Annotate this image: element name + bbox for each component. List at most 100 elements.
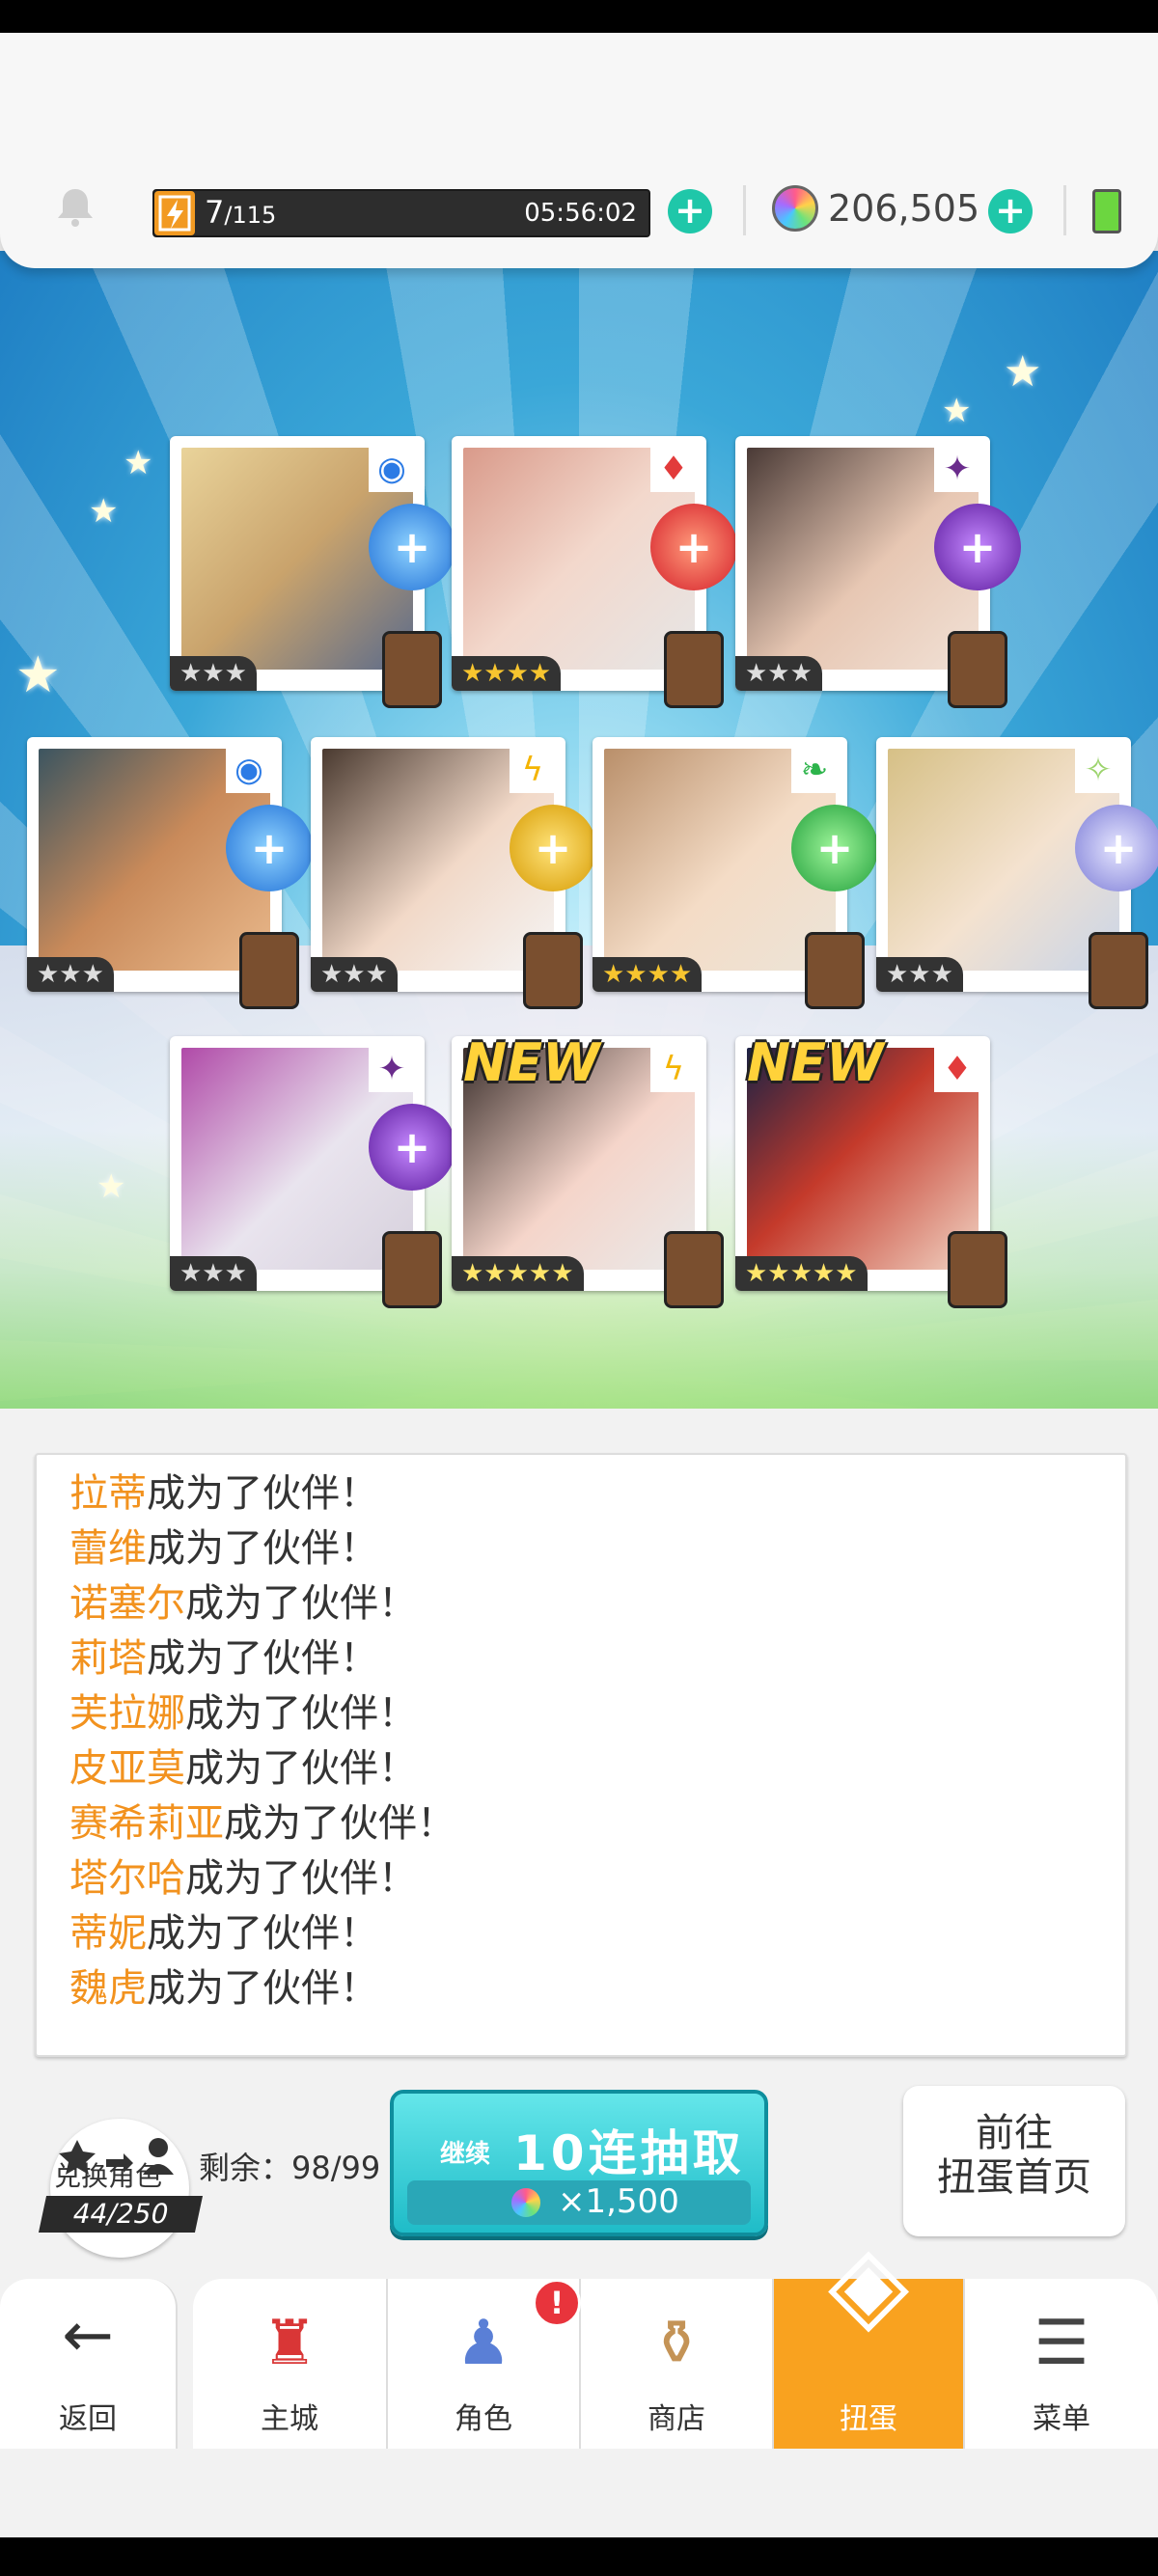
stamina-timer: 05:56:02 [524,199,637,228]
character-icon: ♟ [455,2308,511,2379]
dark-element-icon: + [934,504,1021,590]
character-card[interactable]: ϟ + ★★★ [311,737,596,1009]
draw-label: 10连抽取 [513,2125,745,2181]
exchange-label: 兑换角色 [54,2160,163,2192]
new-badge: NEW [747,1032,884,1093]
stamina-current: 7 [205,194,225,231]
log-line: 芙拉娜成为了伙伴！ [69,1686,417,1741]
character-name: 皮亚莫 [69,1746,185,1791]
rarity-stars: ★★★ [311,957,398,992]
pixel-sprite [1089,932,1148,1009]
gem-icon [511,2188,540,2217]
character-name: 塔尔哈 [69,1856,185,1901]
battery-icon [1092,189,1121,233]
stamina-value: 7/115 [205,194,276,231]
nav-label: 商店 [648,2402,705,2436]
light-element-icon: + [1075,805,1158,891]
remaining-count: 剩余：98/99 [199,2150,381,2186]
stamina-bar: 7/115 05:56:02 [152,189,650,237]
log-suffix: 成为了伙伴！ [185,1746,417,1791]
dark-attribute-icon: ✦ [934,446,980,492]
divider [743,185,746,235]
character-name: 芙拉娜 [69,1691,185,1736]
fire-element-icon: + [650,504,737,590]
log-line: 拉蒂成为了伙伴！ [69,1466,378,1521]
log-line: 蕾维成为了伙伴！ [69,1521,378,1576]
rarity-stars: ★★★ [876,957,963,992]
sparkle-star-icon: ★ [1004,347,1042,397]
sparkle-star-icon: ★ [96,1167,126,1206]
draw-cost: ×1,500 [407,2180,751,2225]
water-attribute-icon: ◉ [226,747,272,793]
alert-badge-icon: ! [533,2279,581,2327]
log-suffix: 成为了伙伴！ [185,1691,417,1736]
nav-castle[interactable]: ♜ 主城 [193,2279,388,2449]
pixel-sprite [382,1231,442,1308]
water-element-icon: + [226,805,313,891]
character-card[interactable]: NEW ϟ ★★★★★ [452,1032,724,1308]
notification-bell-icon[interactable] [52,183,98,230]
add-gems-button[interactable]: + [988,189,1033,233]
log-suffix: 成为了伙伴！ [185,1856,417,1901]
water-element-icon: + [369,504,455,590]
character-name: 诺塞尔 [69,1581,185,1626]
rarity-stars: ★★★★★ [452,1256,584,1291]
thunder-attribute-icon: ϟ [650,1046,697,1092]
gem-count: 206,505 [828,187,980,230]
nav-gacha[interactable]: ◈ 扭蛋 [774,2221,965,2449]
character-card[interactable]: ♦ + ★★★★ [452,436,737,708]
nav-menu[interactable]: ☰ 菜单 [965,2279,1158,2449]
gacha-icon: ◈ [827,2221,910,2344]
nav-shop[interactable]: ⚱ 商店 [581,2279,774,2449]
pixel-sprite [523,932,583,1009]
character-card[interactable]: ◉ + ★★★ [170,436,455,708]
pixel-sprite [239,932,299,1009]
wind-element-icon: + [791,805,878,891]
continue-label: 继续 [440,2140,491,2169]
pixel-sprite [664,1231,724,1308]
system-status-bar [0,0,1158,33]
character-card[interactable]: NEW ♦ ★★★★★ [735,1032,1007,1308]
log-line: 莉塔成为了伙伴！ [69,1631,378,1686]
add-stamina-button[interactable]: + [668,189,712,233]
divider [1063,185,1066,235]
character-name: 蕾维 [69,1526,147,1571]
character-card[interactable]: ✦ + ★★★ [170,1036,455,1308]
draw-10-button[interactable]: 继续 10连抽取 ×1,500 [390,2090,768,2236]
log-suffix: 成为了伙伴！ [224,1801,455,1846]
gem-icon [772,185,818,232]
new-badge: NEW [463,1032,600,1093]
rarity-stars: ★★★ [27,957,114,992]
log-suffix: 成为了伙伴！ [147,1471,378,1516]
rarity-stars: ★★★ [735,656,822,691]
sparkle-star-icon: ★ [15,646,61,704]
cost-value: ×1,500 [558,2182,679,2221]
castle-icon: ♜ [262,2308,317,2379]
nav-label: 返回 [59,2402,117,2436]
light-attribute-icon: ✧ [1075,747,1121,793]
wind-attribute-icon: ❧ [791,747,838,793]
goto-line1: 前往 [976,2111,1053,2155]
recruit-log[interactable]: 拉蒂成为了伙伴！ 蕾维成为了伙伴！ 诺塞尔成为了伙伴！ 莉塔成为了伙伴！ 芙拉娜… [35,1453,1127,2057]
nav-label: 菜单 [1033,2402,1090,2436]
dark-element-icon: + [369,1104,455,1191]
character-name: 魏虎 [69,1966,147,2011]
log-suffix: 成为了伙伴！ [185,1581,417,1626]
stamina-max: /115 [224,202,277,229]
rarity-stars: ★★★★ [452,656,562,691]
pixel-sprite [382,631,442,708]
character-card[interactable]: ❧ + ★★★★ [593,737,878,1009]
character-card[interactable]: ✧ + ★★★ [876,737,1158,1009]
exchange-count: 44/250 [38,2196,204,2233]
character-name: 蒂妮 [69,1911,147,1956]
log-line: 塔尔哈成为了伙伴！ [69,1851,417,1906]
character-card[interactable]: ◉ + ★★★ [27,737,313,1009]
character-name: 拉蒂 [69,1471,147,1516]
fire-attribute-icon: ♦ [650,446,697,492]
nav-back[interactable]: ← 返回 [0,2279,178,2449]
fire-attribute-icon: ♦ [934,1046,980,1092]
character-card[interactable]: ✦ + ★★★ [735,436,1021,708]
character-name: 莉塔 [69,1636,147,1681]
character-name: 赛希莉亚 [69,1801,224,1846]
goto-gacha-home-button[interactable]: 前往 扭蛋首页 [903,2086,1125,2236]
